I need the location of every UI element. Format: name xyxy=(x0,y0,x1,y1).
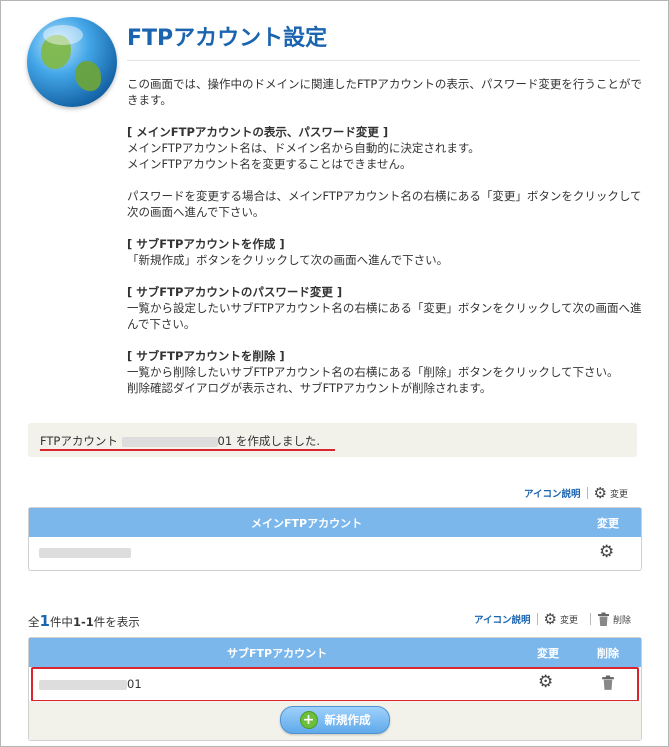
section-delete: [ サブFTPアカウントを削除 ] 一覧から削除したいサブFTPアカウント名の右… xyxy=(127,348,642,396)
section-create: [ サブFTPアカウントを作成 ] 「新規作成」ボタンをクリックして次の画面へ進… xyxy=(127,236,642,268)
section-line: 一覧から削除したいサブFTPアカウント名の右横にある「削除」ボタンをクリックして… xyxy=(127,365,619,379)
col-change: 変更 xyxy=(537,647,559,660)
new-create-button[interactable]: + 新規作成 xyxy=(280,706,390,734)
section-line: メインFTPアカウント名を変更することはできません。 xyxy=(127,157,412,171)
main-icon-legend: アイコン説明 ⚙ 変更 xyxy=(524,484,628,502)
success-notice: FTPアカウント ■■■■■■■■■■01 を作成しました. xyxy=(28,423,637,457)
description: この画面では、操作中のドメインに関連したFTPアカウントの表示、パスワード変更を… xyxy=(127,76,642,412)
title-divider xyxy=(127,60,640,61)
masked-account-name: ■■■■■■■■■■ xyxy=(39,548,131,558)
gear-icon: ⚙ xyxy=(593,484,607,502)
divider xyxy=(586,487,588,499)
col-delete: 削除 xyxy=(597,647,619,660)
section-line: 一覧から設定したいサブFTPアカウント名の右横にある「変更」ボタンをクリックして… xyxy=(127,301,642,331)
section-password: パスワードを変更する場合は、メインFTPアカウント名の右横にある「変更」ボタンを… xyxy=(127,188,642,220)
globe-icon xyxy=(27,17,117,107)
table-header: メインFTPアカウント 変更 xyxy=(29,508,641,537)
result-count: 全1件中1-1件を表示 xyxy=(28,612,140,630)
sub-icon-legend: アイコン説明 ⚙ 変更 削除 xyxy=(474,610,632,628)
table-footer: + 新規作成 xyxy=(29,701,641,740)
gear-icon: ⚙ xyxy=(543,610,557,628)
icon-legend-link[interactable]: アイコン説明 xyxy=(474,612,531,626)
masked-account-name: ■■■■■■■■■■ xyxy=(121,436,218,447)
divider xyxy=(590,613,591,625)
notice-underline xyxy=(40,449,335,451)
section-sub-password: [ サブFTPアカウントのパスワード変更 ] 一覧から設定したいサブFTPアカウ… xyxy=(127,284,642,332)
table-row: ■■■■■■■■■■ ⚙ xyxy=(29,537,641,569)
divider xyxy=(536,613,538,625)
masked-account-name: ■■■■■■■■■■ xyxy=(39,679,127,690)
trash-icon xyxy=(598,612,609,626)
col-main-account: メインFTPアカウント xyxy=(251,517,363,530)
page-title: FTPアカウント設定 xyxy=(127,26,328,51)
section-heading: [ サブFTPアカウントを削除 ] xyxy=(127,349,285,363)
section-heading: [ メインFTPアカウントの表示、パスワード変更 ] xyxy=(127,125,389,139)
notice-message: FTPアカウント ■■■■■■■■■■01 を作成しました. xyxy=(40,434,320,448)
section-line: 削除確認ダイアログが表示され、サブFTPアカウントが削除されます。 xyxy=(127,381,492,395)
intro-text: この画面では、操作中のドメインに関連したFTPアカウントの表示、パスワード変更を… xyxy=(127,77,642,107)
section-line: メインFTPアカウント名は、ドメイン名から自動的に決定されます。 xyxy=(127,141,480,155)
section-heading: [ サブFTPアカウントを作成 ] xyxy=(127,237,285,251)
trash-icon[interactable] xyxy=(601,675,615,691)
sub-ftp-table: サブFTPアカウント 変更 削除 ■■■■■■■■■■01 ⚙ + 新規作成 xyxy=(28,637,642,741)
section-main: [ メインFTPアカウントの表示、パスワード変更 ] メインFTPアカウント名は… xyxy=(127,124,642,172)
table-header: サブFTPアカウント 変更 削除 xyxy=(29,638,641,667)
main-ftp-table: メインFTPアカウント 変更 ■■■■■■■■■■ ⚙ xyxy=(28,507,642,571)
sub-account-name: ■■■■■■■■■■01 xyxy=(39,677,142,691)
icon-legend-link[interactable]: アイコン説明 xyxy=(524,486,581,500)
section-line: パスワードを変更する場合は、メインFTPアカウント名の右横にある「変更」ボタンを… xyxy=(127,189,642,203)
section-line: 次の画面へ進んで下さい。 xyxy=(127,205,265,219)
plus-circle-icon: + xyxy=(299,711,318,729)
gear-icon[interactable]: ⚙ xyxy=(599,544,614,561)
section-heading: [ サブFTPアカウントのパスワード変更 ] xyxy=(127,285,343,299)
section-line: 「新規作成」ボタンをクリックして次の画面へ進んで下さい。 xyxy=(127,253,449,267)
col-change: 変更 xyxy=(597,517,619,530)
table-row: ■■■■■■■■■■01 ⚙ xyxy=(31,667,639,702)
gear-icon[interactable]: ⚙ xyxy=(538,674,553,691)
col-sub-account: サブFTPアカウント xyxy=(227,647,328,660)
